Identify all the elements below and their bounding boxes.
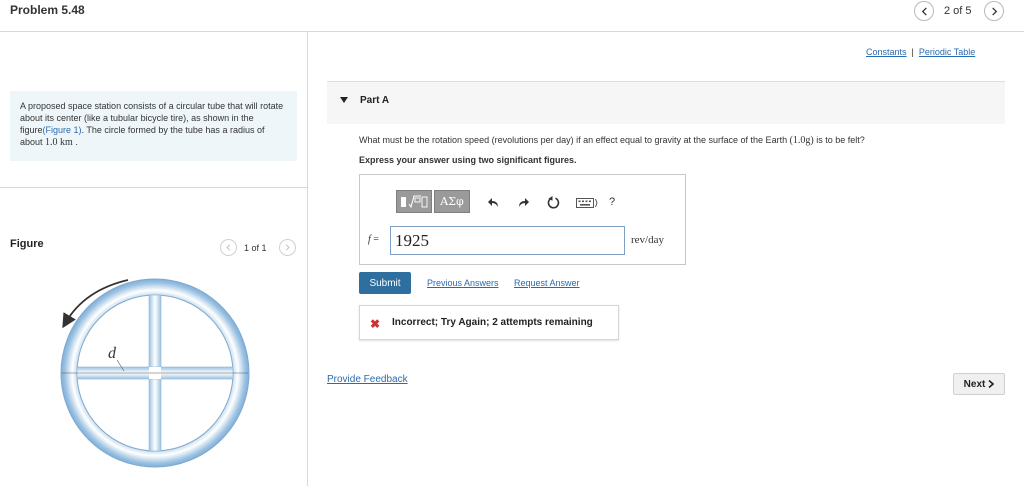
answer-variable-label: f = (368, 234, 379, 245)
next-button[interactable]: Next (953, 373, 1005, 395)
reset-icon (547, 196, 559, 209)
question-part-2: is to be felt? (813, 135, 865, 145)
part-title: Part A (360, 95, 390, 106)
collapse-caret-icon[interactable] (340, 97, 348, 103)
keyboard-button[interactable] (576, 196, 598, 209)
resource-links: Constants | Periodic Table (866, 47, 975, 57)
undo-button[interactable] (486, 196, 500, 209)
redo-icon (518, 197, 529, 207)
request-answer-link[interactable]: Request Answer (514, 278, 580, 288)
chevron-left-icon (226, 244, 231, 251)
problem-pager: 2 of 5 (944, 5, 972, 17)
feedback-message: Incorrect; Try Again; 2 attempts remaini… (392, 317, 593, 328)
figure-prev-button[interactable] (220, 239, 237, 256)
next-problem-button[interactable] (984, 1, 1004, 21)
question-part-1: What must be the rotation speed (revolut… (359, 135, 790, 145)
problem-title: Problem 5.48 (10, 3, 85, 17)
question-math: (1.0g) (789, 135, 814, 146)
previous-answers-link[interactable]: Previous Answers (427, 278, 499, 288)
help-button[interactable]: ? (609, 196, 615, 208)
figure-count: 1 of 1 (244, 243, 267, 253)
intro-text-end: . (72, 137, 78, 147)
chevron-right-icon (988, 380, 995, 388)
reset-button[interactable] (546, 196, 560, 209)
header-divider (0, 31, 1024, 32)
chevron-right-icon (285, 244, 290, 251)
x-mark-icon: ✖ (370, 317, 381, 331)
figure-link[interactable]: (Figure 1) (43, 125, 82, 135)
chevron-left-icon (921, 6, 927, 16)
periodic-table-link[interactable]: Periodic Table (919, 47, 975, 57)
undo-icon (487, 197, 498, 207)
answer-input[interactable] (390, 226, 625, 255)
templates-button[interactable] (396, 190, 432, 213)
constants-link[interactable]: Constants (866, 47, 907, 57)
answer-instruction: Express your answer using two significan… (359, 155, 577, 165)
fraction-sqrt-template-icon (401, 194, 428, 208)
link-separator: | (911, 47, 914, 57)
redo-button[interactable] (516, 196, 530, 209)
prev-problem-button[interactable] (914, 1, 934, 21)
radius-value: 1.0 km (45, 137, 73, 148)
question-text: What must be the rotation speed (revolut… (359, 135, 865, 146)
greek-symbols-button[interactable]: ΑΣφ (434, 190, 470, 213)
figure-divider (0, 187, 307, 188)
equals-sign: = (370, 234, 379, 245)
space-station-figure: d (60, 278, 250, 468)
chevron-right-icon (991, 6, 997, 16)
problem-intro: A proposed space station consists of a c… (10, 91, 297, 161)
diameter-label: d (108, 345, 117, 362)
submit-button[interactable]: Submit (359, 272, 411, 294)
figure-label: Figure (10, 238, 44, 250)
provide-feedback-link[interactable]: Provide Feedback (327, 374, 408, 385)
pane-divider (307, 32, 308, 486)
part-header[interactable] (327, 82, 1005, 124)
keyboard-icon (576, 197, 598, 208)
figure-next-button[interactable] (279, 239, 296, 256)
next-button-label: Next (963, 378, 986, 390)
answer-unit: rev/day (631, 234, 664, 246)
